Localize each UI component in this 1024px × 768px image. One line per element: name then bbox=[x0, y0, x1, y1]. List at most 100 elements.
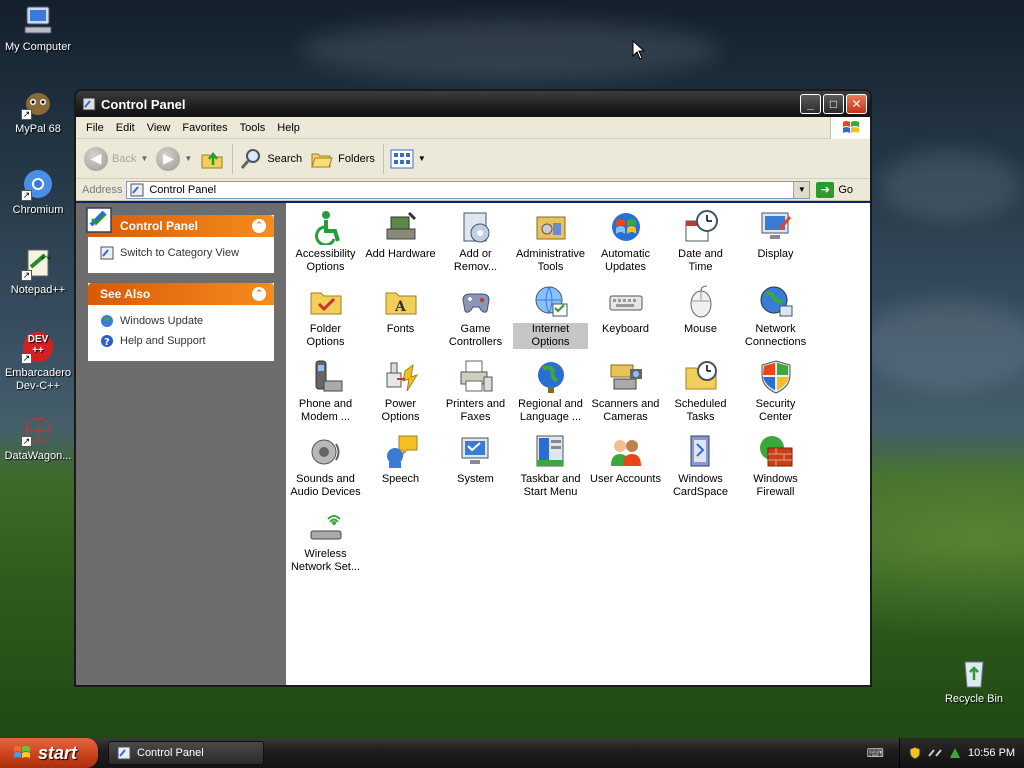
control-panel-item[interactable]: Add or Remov... bbox=[438, 207, 513, 282]
switch-category-view-link[interactable]: Switch to Category View bbox=[100, 243, 264, 263]
control-panel-box-header[interactable]: Control Panel ⌃ bbox=[86, 207, 274, 237]
control-panel-item[interactable]: Date and Time bbox=[663, 207, 738, 282]
control-panel-item[interactable]: Sounds and Audio Devices bbox=[288, 432, 363, 507]
control-panel-item[interactable]: Game Controllers bbox=[438, 282, 513, 357]
control-panel-item-label: Administrative Tools bbox=[515, 248, 586, 273]
desktop-icon-datawagon[interactable]: ↗ DataWagon... bbox=[0, 413, 78, 463]
toolbar-separator bbox=[232, 143, 234, 174]
control-panel-item[interactable]: Windows Firewall bbox=[738, 432, 813, 507]
views-button[interactable]: ▼ bbox=[390, 148, 426, 170]
game-controllers-icon bbox=[461, 293, 490, 313]
control-panel-item[interactable]: Keyboard bbox=[588, 282, 663, 357]
control-panel-item-label: Date and Time bbox=[678, 248, 723, 273]
control-panel-item-label: Windows CardSpace bbox=[672, 473, 729, 498]
minimize-button[interactable]: _ bbox=[800, 94, 821, 114]
printers-faxes-icon bbox=[460, 360, 492, 392]
address-input[interactable]: Control Panel ▼ bbox=[126, 180, 811, 199]
control-panel-item-label: Display bbox=[757, 248, 794, 260]
control-panel-box-title: Control Panel bbox=[120, 219, 199, 233]
control-panel-item[interactable]: Wireless Network Set... bbox=[288, 507, 363, 582]
control-panel-item[interactable]: Accessibility Options bbox=[288, 207, 363, 282]
desktop-icon-my-computer[interactable]: My Computer bbox=[0, 4, 78, 54]
desktop-icon-chromium[interactable]: ↗ Chromium bbox=[0, 167, 78, 217]
control-panel-item[interactable]: Internet Options bbox=[513, 282, 588, 357]
address-dropdown-icon[interactable]: ▼ bbox=[793, 181, 810, 198]
go-button[interactable]: ➜ Go bbox=[816, 181, 853, 198]
help-support-link[interactable]: ? Help and Support bbox=[100, 331, 264, 351]
desktop-icon-label: DataWagon... bbox=[4, 450, 72, 462]
control-panel-item[interactable]: Mouse bbox=[663, 282, 738, 357]
forward-button[interactable]: ▶ ▼ bbox=[156, 146, 192, 171]
address-label: Address bbox=[82, 183, 123, 196]
safely-remove-icon[interactable] bbox=[948, 746, 962, 760]
desktop-icon-recycle-bin[interactable]: Recycle Bin bbox=[934, 656, 1014, 706]
close-button[interactable]: ✕ bbox=[846, 94, 867, 114]
control-panel-item[interactable]: Windows CardSpace bbox=[663, 432, 738, 507]
control-panel-item-label: Keyboard bbox=[601, 323, 650, 335]
collapse-chevron-icon[interactable]: ⌃ bbox=[252, 219, 266, 233]
go-arrow-icon: ➜ bbox=[816, 181, 835, 198]
back-button[interactable]: ◀ Back ▼ bbox=[84, 146, 149, 171]
keyboard-layout-icon[interactable]: ⌨ bbox=[867, 746, 884, 760]
menu-bar: File Edit View Favorites Tools Help bbox=[76, 117, 870, 139]
menu-help[interactable]: Help bbox=[271, 120, 306, 136]
add-hardware-icon bbox=[386, 211, 416, 240]
windows-update-link[interactable]: Windows Update bbox=[100, 311, 264, 331]
control-panel-item[interactable]: Network Connections bbox=[738, 282, 813, 357]
up-button[interactable] bbox=[200, 147, 224, 171]
desktop-icon-devcpp[interactable]: DEV ++ ↗ Embarcadero Dev-C++ bbox=[0, 330, 78, 393]
control-panel-item[interactable]: Display bbox=[738, 207, 813, 282]
start-button[interactable]: start bbox=[0, 738, 98, 768]
control-panel-item[interactable]: Add Hardware bbox=[363, 207, 438, 282]
window-titlebar[interactable]: Control Panel _ □ ✕ bbox=[76, 91, 870, 117]
see-also-box-header[interactable]: See Also ⌃ bbox=[88, 283, 274, 305]
control-panel-item[interactable]: A Fonts bbox=[363, 282, 438, 357]
control-panel-item[interactable]: User Accounts bbox=[588, 432, 663, 507]
control-panel-item[interactable]: Scheduled Tasks bbox=[663, 357, 738, 432]
control-panel-icon-view: Accessibility Options Add Hardware Add or … bbox=[286, 203, 870, 685]
clock[interactable]: 10:56 PM bbox=[968, 747, 1015, 759]
menu-favorites[interactable]: Favorites bbox=[176, 120, 233, 136]
desktop-icon-notepadpp[interactable]: ++ ↗ Notepad++ bbox=[0, 247, 78, 297]
security-shield-icon[interactable] bbox=[908, 746, 922, 760]
datawagon-icon: ↗ bbox=[21, 413, 55, 447]
menu-tools[interactable]: Tools bbox=[234, 120, 272, 136]
control-panel-item[interactable]: System bbox=[438, 432, 513, 507]
control-panel-item-label: Regional and Language ... bbox=[518, 398, 583, 423]
maximize-button[interactable]: □ bbox=[823, 94, 844, 114]
menu-view[interactable]: View bbox=[141, 120, 177, 136]
folder-options-icon bbox=[310, 292, 341, 315]
power-options-icon bbox=[386, 362, 418, 392]
folder-up-icon bbox=[201, 151, 223, 168]
collapse-chevron-icon[interactable]: ⌃ bbox=[252, 287, 266, 301]
control-panel-window[interactable]: Control Panel _ □ ✕ File Edit View Favor… bbox=[74, 89, 872, 687]
control-panel-item[interactable]: Folder Options bbox=[288, 282, 363, 357]
taskbar-button-control-panel[interactable]: Control Panel bbox=[108, 741, 264, 765]
search-button[interactable]: Search bbox=[239, 147, 302, 171]
desktop-icon-mypal[interactable]: ↗ MyPal 68 bbox=[0, 86, 78, 136]
chevron-down-icon: ▼ bbox=[140, 154, 149, 163]
system-icon bbox=[461, 437, 488, 464]
speech-icon bbox=[386, 435, 417, 468]
fonts-icon: A bbox=[385, 292, 416, 315]
control-panel-item[interactable]: Printers and Faxes bbox=[438, 357, 513, 432]
control-panel-item[interactable]: Power Options bbox=[363, 357, 438, 432]
search-icon bbox=[241, 148, 261, 169]
control-panel-item[interactable]: Administrative Tools bbox=[513, 207, 588, 282]
control-panel-item[interactable]: Regional and Language ... bbox=[513, 357, 588, 432]
scheduled-tasks-icon bbox=[685, 361, 717, 390]
control-panel-item[interactable]: Security Center bbox=[738, 357, 813, 432]
desktop-icon-label: Chromium bbox=[12, 204, 64, 216]
control-panel-item[interactable]: Automatic Updates bbox=[588, 207, 663, 282]
control-panel-item[interactable]: Scanners and Cameras bbox=[588, 357, 663, 432]
internet-options-icon bbox=[535, 286, 567, 317]
control-panel-item[interactable]: Phone and Modem ... bbox=[288, 357, 363, 432]
control-panel-item[interactable]: Speech bbox=[363, 432, 438, 507]
folders-button[interactable]: Folders bbox=[310, 147, 375, 171]
menu-file[interactable]: File bbox=[80, 120, 110, 136]
control-panel-item[interactable]: Taskbar and Start Menu bbox=[513, 432, 588, 507]
network-icon[interactable] bbox=[928, 746, 942, 760]
desktop-icon-label: Notepad++ bbox=[10, 284, 66, 296]
menu-edit[interactable]: Edit bbox=[110, 120, 141, 136]
control-panel-item-label: Phone and Modem ... bbox=[298, 398, 353, 423]
